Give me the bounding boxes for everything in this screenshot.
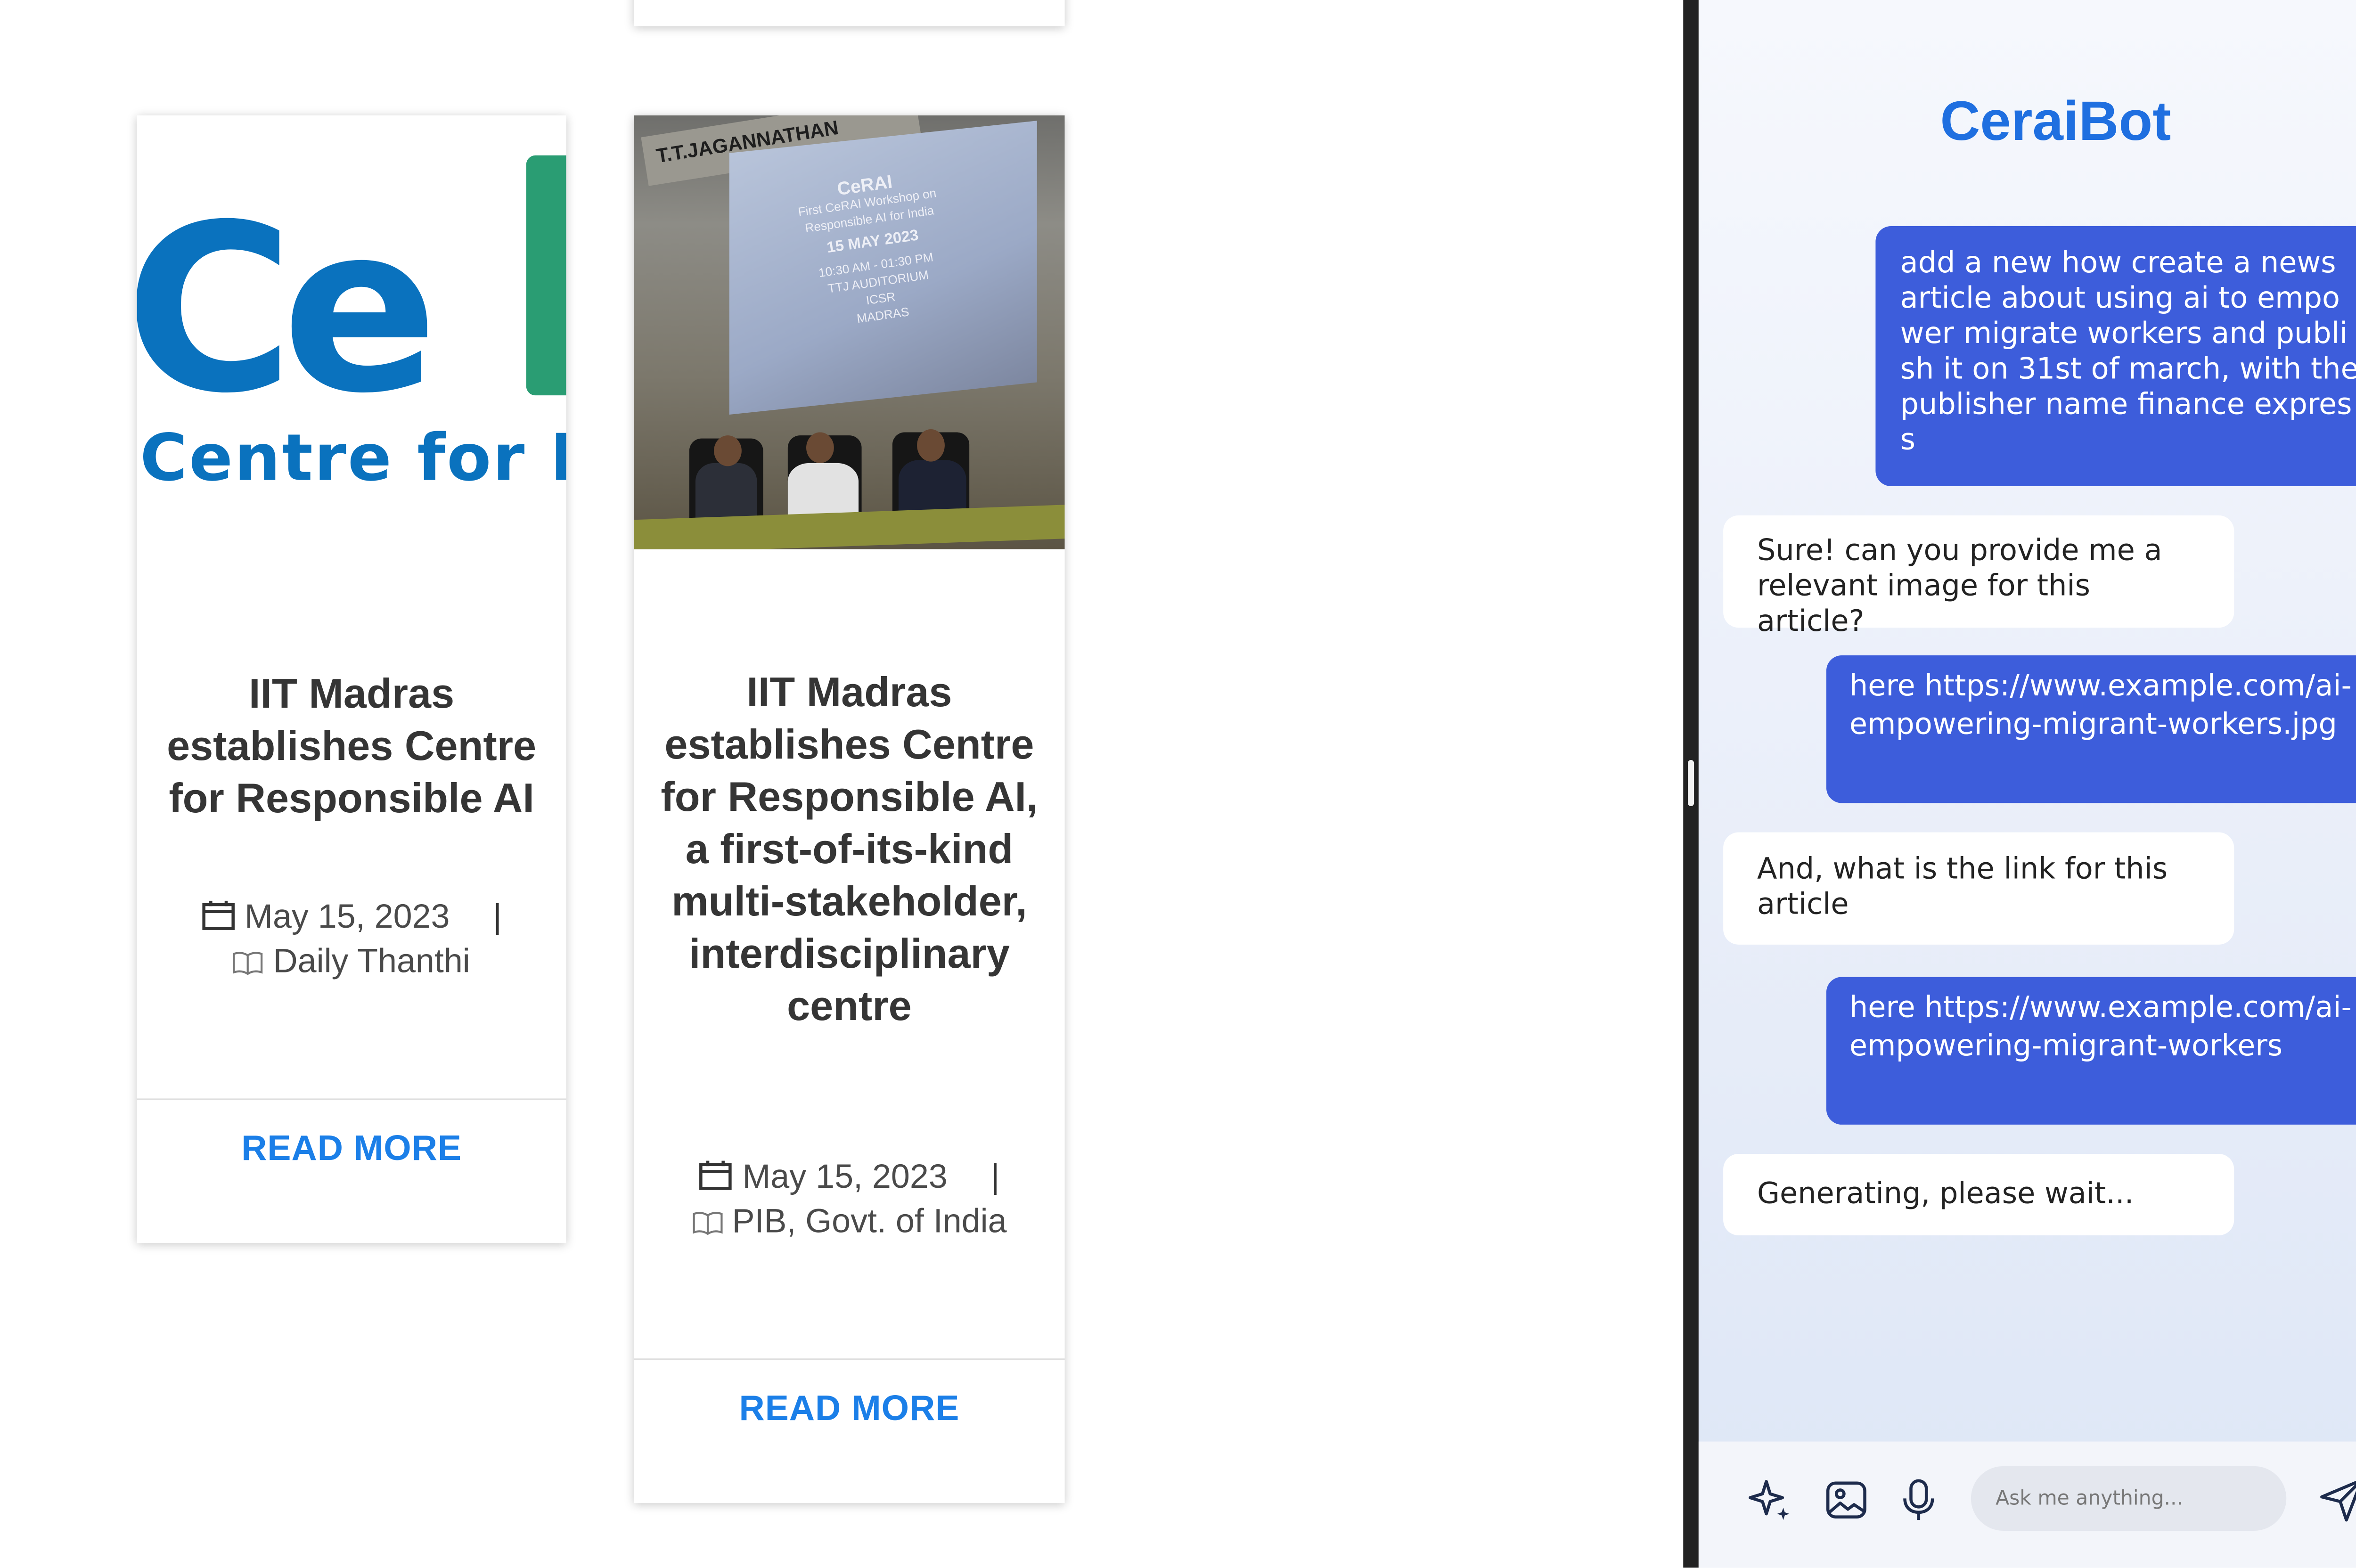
card-publisher: Daily Thanthi xyxy=(273,941,470,980)
card-divider xyxy=(634,1358,1065,1360)
panelist-head xyxy=(917,429,945,462)
news-area: Ce Centre for R IIT Madras establishes C… xyxy=(0,0,1684,1568)
send-icon[interactable] xyxy=(2314,1472,2356,1528)
card-image-photo: T.T.JAGANNATHAN CeRAI First CeRAI Worksh… xyxy=(634,115,1065,549)
card-title: IIT Madras establishes Centre for Respon… xyxy=(661,669,1038,1029)
cerai-logo-subtext: Centre for R xyxy=(140,420,566,496)
card-title: IIT Madras establishes Centre for Respon… xyxy=(167,670,537,822)
card-date: May 15, 2023 xyxy=(742,1157,948,1196)
user-message: here https://www.example.com/ai-empoweri… xyxy=(1826,977,2356,1125)
card-meta: May 15, 2023 | PIB, Govt. of India xyxy=(649,1155,1049,1244)
read-more-link[interactable]: READ MORE xyxy=(137,1127,566,1169)
panelist-head xyxy=(714,435,742,466)
bot-message: Sure! can you provide me a relevant imag… xyxy=(1723,515,2234,638)
bot-message: And, what is the link for this article xyxy=(1723,832,2234,945)
chat-input[interactable] xyxy=(1971,1466,2287,1531)
card-divider xyxy=(137,1098,566,1100)
panelist-head xyxy=(806,432,834,463)
card-date: May 15, 2023 xyxy=(245,897,450,936)
sparkle-icon[interactable] xyxy=(1742,1472,1797,1528)
card-publisher: PIB, Govt. of India xyxy=(732,1201,1007,1240)
book-icon xyxy=(692,1203,722,1244)
meta-separator: | xyxy=(493,897,502,936)
chat-composer xyxy=(1698,1441,2356,1568)
microphone-icon[interactable] xyxy=(1891,1472,1947,1528)
bot-message: Generating, please wait... xyxy=(1723,1153,2234,1236)
card-image-logo: Ce Centre for R xyxy=(137,115,566,549)
news-card-partial xyxy=(634,0,1065,26)
calendar-icon xyxy=(201,898,235,940)
user-message: add a new how create a news article abou… xyxy=(1875,226,2356,486)
panel-splitter[interactable] xyxy=(1683,0,1699,1568)
news-card: Ce Centre for R IIT Madras establishes C… xyxy=(137,115,566,1243)
image-icon[interactable] xyxy=(1819,1472,1874,1528)
card-meta: May 15, 2023 | Daily Thanthi xyxy=(152,895,551,984)
book-icon xyxy=(233,943,263,985)
projection-screen-text: CeRAI First CeRAI Workshop on Responsibl… xyxy=(797,171,937,327)
chatbot-panel: CeraiBot add a new how create a news art… xyxy=(1698,0,2356,1568)
news-card: T.T.JAGANNATHAN CeRAI First CeRAI Worksh… xyxy=(634,115,1065,1503)
user-message: here https://www.example.com/ai-empoweri… xyxy=(1826,655,2356,803)
read-more-link[interactable]: READ MORE xyxy=(634,1388,1064,1429)
chatbot-title: CeraiBot xyxy=(1940,89,2171,153)
cerai-logo-text: Ce xyxy=(137,177,438,445)
meta-separator: | xyxy=(990,1157,1000,1196)
calendar-icon xyxy=(699,1159,733,1200)
cerai-logo-green-block xyxy=(526,155,566,396)
splitter-drag-handle[interactable] xyxy=(1688,760,1694,807)
